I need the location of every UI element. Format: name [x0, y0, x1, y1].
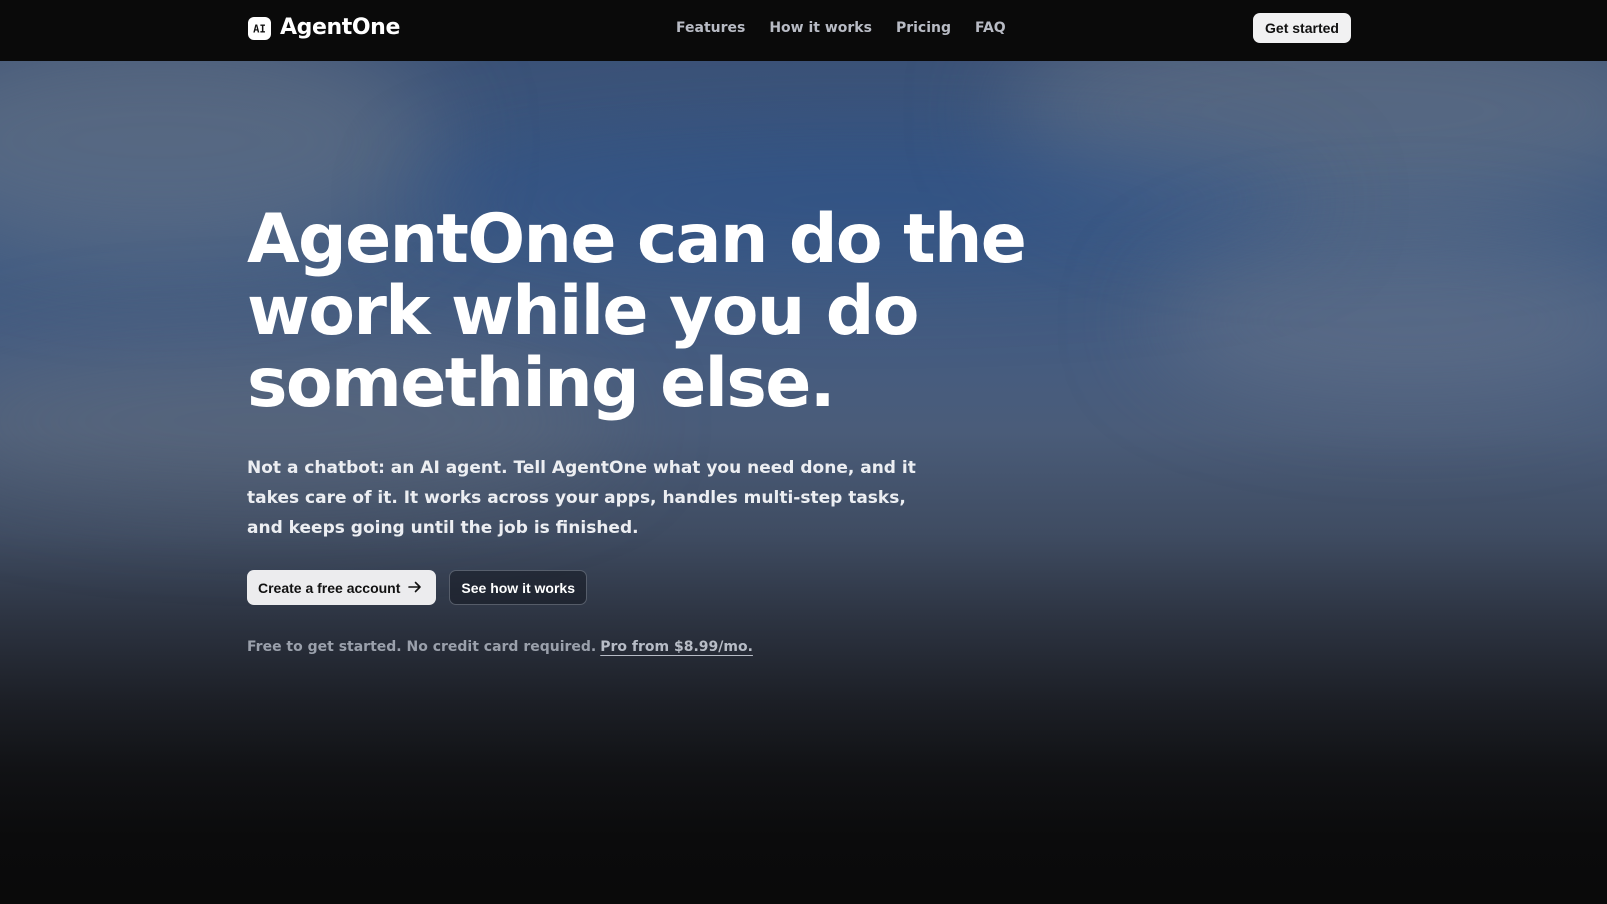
- fineprint-text: Free to get started. No credit card requ…: [247, 639, 597, 655]
- brand-logo-icon: AI: [248, 16, 271, 40]
- see-how-it-works-button[interactable]: See how it works: [449, 570, 587, 605]
- background-glow: [1000, 61, 1607, 221]
- logo-text: AI: [253, 23, 266, 35]
- ai-logo-glyph: AI: [253, 23, 266, 35]
- nav-link-features[interactable]: Features: [676, 19, 745, 37]
- arrow-right-icon: [408, 580, 422, 596]
- landing-page: AI AgentOne Features How it works Pricin…: [0, 0, 1607, 904]
- nav-link-how-it-works[interactable]: How it works: [769, 19, 872, 37]
- hero-title: AgentOne can do the work while you do so…: [247, 200, 1027, 423]
- hero-content: AgentOne can do the work while you do so…: [247, 204, 1147, 655]
- background-glow: [1150, 241, 1607, 401]
- get-started-button[interactable]: Get started: [1253, 13, 1351, 43]
- create-free-account-label: Create a free account: [258, 579, 401, 596]
- pro-pricing-link[interactable]: Pro from $8.99/mo.: [600, 639, 753, 655]
- hero-section: AgentOne can do the work while you do so…: [0, 61, 1607, 904]
- create-free-account-button[interactable]: Create a free account: [247, 570, 437, 605]
- arrow-right-glyph: [408, 581, 422, 592]
- nav-link-pricing[interactable]: Pricing: [896, 19, 951, 37]
- nav-links: Features How it works Pricing FAQ: [676, 19, 1006, 37]
- brand-home-link[interactable]: AI AgentOne: [248, 16, 400, 40]
- hero-cta-row: Create a free account See how it works: [247, 570, 1147, 605]
- nav-link-faq[interactable]: FAQ: [975, 19, 1006, 37]
- brand-name: AgentOne: [280, 15, 400, 40]
- top-navbar: AI AgentOne Features How it works Pricin…: [0, 0, 1607, 61]
- pricing-fineprint: Free to get started. No credit card requ…: [247, 639, 1147, 655]
- hero-subtitle: Not a chatbot: an AI agent. Tell AgentOn…: [247, 458, 916, 538]
